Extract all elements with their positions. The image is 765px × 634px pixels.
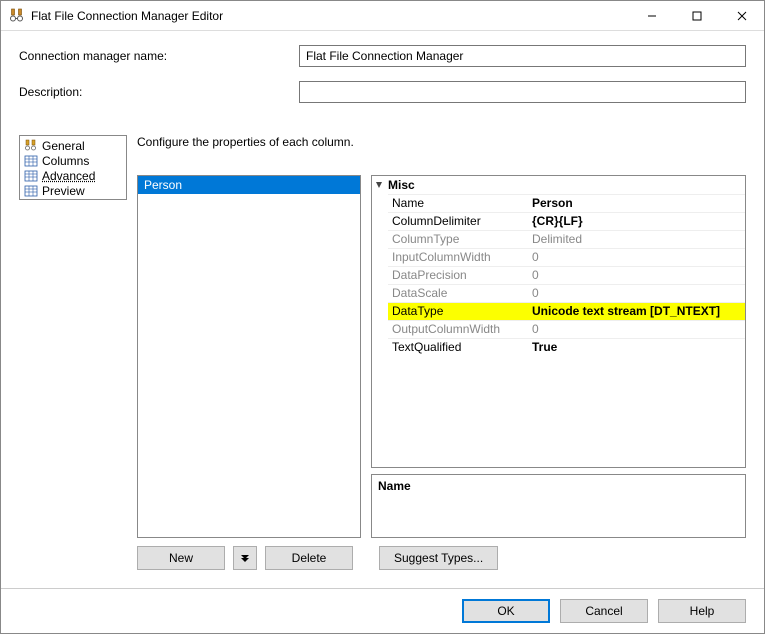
- prop-label: DataScale: [388, 284, 528, 302]
- nav-panel: General Columns Advanced: [19, 135, 127, 200]
- prop-value: 0: [528, 266, 745, 284]
- suggest-types-button[interactable]: Suggest Types...: [379, 546, 498, 570]
- property-category[interactable]: Misc: [372, 176, 745, 194]
- nav-item-general[interactable]: General: [20, 138, 126, 153]
- properties-pane: Misc NamePerson ColumnDelimiter{CR}{LF} …: [371, 175, 746, 538]
- description-input[interactable]: [299, 81, 746, 103]
- prop-value: 0: [528, 320, 745, 338]
- advanced-icon: [24, 169, 38, 183]
- name-input[interactable]: [299, 45, 746, 67]
- delete-button[interactable]: Delete: [265, 546, 353, 570]
- nav-label: Columns: [42, 154, 89, 168]
- right-pane: Configure the properties of each column.…: [137, 135, 746, 570]
- new-dropdown-button[interactable]: [233, 546, 257, 570]
- description-row: Description:: [19, 81, 746, 103]
- prop-value[interactable]: {CR}{LF}: [528, 212, 745, 230]
- prop-label[interactable]: TextQualified: [388, 338, 528, 356]
- prop-value[interactable]: True: [528, 338, 745, 356]
- close-button[interactable]: [719, 1, 764, 30]
- split-area: Person Misc NamePerso: [137, 175, 746, 538]
- content: Connection manager name: Description: Ge…: [1, 31, 764, 588]
- name-label: Connection manager name:: [19, 49, 299, 63]
- window: Flat File Connection Manager Editor Conn…: [0, 0, 765, 634]
- property-description: Name: [371, 474, 746, 538]
- prop-value: 0: [528, 284, 745, 302]
- nav-label: Advanced: [42, 169, 95, 183]
- new-button[interactable]: New: [137, 546, 225, 570]
- column-button-row: New Delete Suggest Types...: [137, 546, 746, 570]
- help-button[interactable]: Help: [658, 599, 746, 623]
- instruction-text: Configure the properties of each column.: [137, 135, 746, 149]
- collapse-icon[interactable]: [374, 180, 386, 190]
- main-area: General Columns Advanced: [19, 135, 746, 570]
- description-title: Name: [378, 479, 739, 493]
- property-grid[interactable]: Misc NamePerson ColumnDelimiter{CR}{LF} …: [371, 175, 746, 468]
- prop-label[interactable]: ColumnDelimiter: [388, 212, 528, 230]
- app-icon: [9, 8, 25, 24]
- chevron-down-icon: [239, 552, 251, 564]
- column-listbox[interactable]: Person: [137, 175, 361, 538]
- prop-value: 0: [528, 248, 745, 266]
- preview-icon: [24, 184, 38, 198]
- column-list-item[interactable]: Person: [138, 176, 360, 194]
- dialog-footer: OK Cancel Help: [1, 588, 764, 633]
- prop-label[interactable]: DataType: [388, 302, 528, 320]
- prop-label: ColumnType: [388, 230, 528, 248]
- window-title: Flat File Connection Manager Editor: [31, 9, 629, 23]
- nav-item-preview[interactable]: Preview: [20, 183, 126, 198]
- nav-item-columns[interactable]: Columns: [20, 153, 126, 168]
- prop-label: OutputColumnWidth: [388, 320, 528, 338]
- prop-label: InputColumnWidth: [388, 248, 528, 266]
- nav-label: Preview: [42, 184, 85, 198]
- minimize-button[interactable]: [629, 1, 674, 30]
- prop-value[interactable]: Person: [528, 194, 745, 212]
- maximize-button[interactable]: [674, 1, 719, 30]
- cancel-button[interactable]: Cancel: [560, 599, 648, 623]
- ok-button[interactable]: OK: [462, 599, 550, 623]
- description-label: Description:: [19, 85, 299, 99]
- category-label: Misc: [388, 178, 415, 192]
- prop-label[interactable]: Name: [388, 194, 528, 212]
- prop-value: Delimited: [528, 230, 745, 248]
- general-icon: [24, 139, 38, 153]
- name-row: Connection manager name:: [19, 45, 746, 67]
- nav-label: General: [42, 139, 85, 153]
- prop-label: DataPrecision: [388, 266, 528, 284]
- titlebar: Flat File Connection Manager Editor: [1, 1, 764, 31]
- columns-icon: [24, 154, 38, 168]
- prop-value[interactable]: Unicode text stream [DT_NTEXT]: [528, 302, 745, 320]
- nav-item-advanced[interactable]: Advanced: [20, 168, 126, 183]
